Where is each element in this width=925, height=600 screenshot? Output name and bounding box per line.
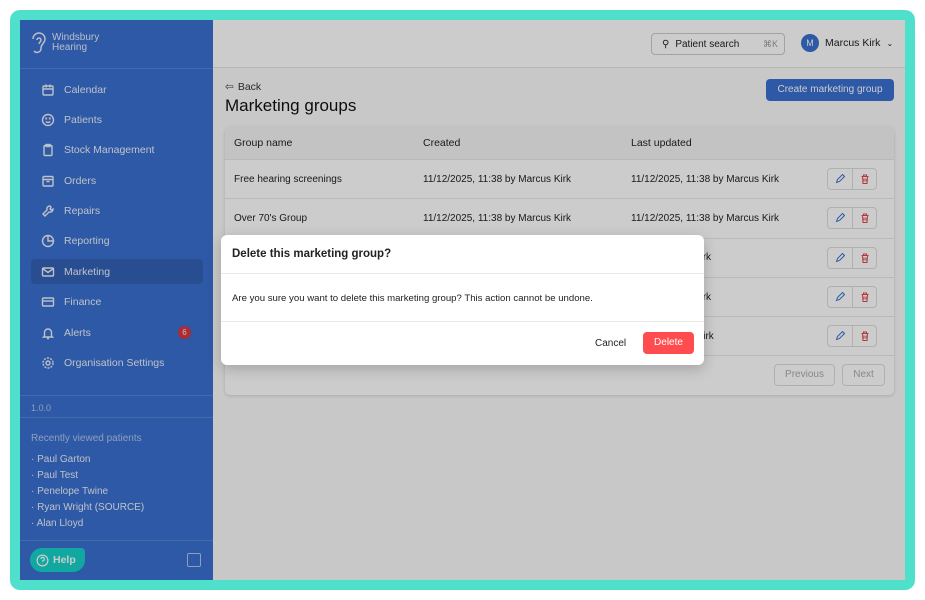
app: Windsbury Hearing Calendar Patients Stock… [20, 20, 905, 580]
dialog-message: Are you sure you want to delete this mar… [221, 274, 704, 322]
dialog-title: Delete this marketing group? [221, 235, 704, 274]
cancel-button[interactable]: Cancel [595, 338, 626, 349]
delete-confirm-dialog: Delete this marketing group? Are you sur… [221, 235, 704, 365]
dialog-footer: Cancel Delete [221, 322, 704, 365]
delete-button[interactable]: Delete [643, 332, 694, 354]
